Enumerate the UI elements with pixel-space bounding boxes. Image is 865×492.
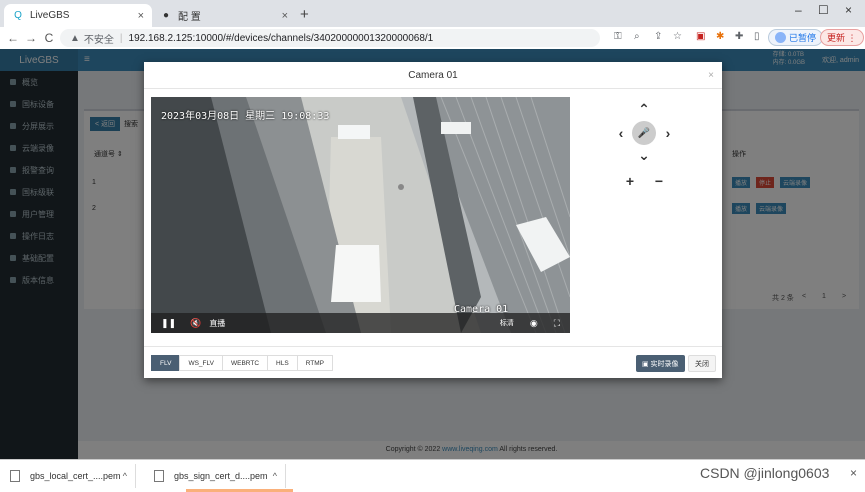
tab-title: 配 置 <box>178 12 201 23</box>
mute-icon[interactable]: 🔇 <box>190 318 201 329</box>
snapshot-icon[interactable]: ◉ <box>530 318 538 329</box>
format-hls-button[interactable]: HLS <box>267 355 298 371</box>
sync-label: 已暂停 <box>789 33 817 43</box>
window-close-icon[interactable]: × <box>845 3 852 17</box>
star-icon[interactable]: ☆ <box>673 31 682 42</box>
extension-icon[interactable]: ✱ <box>716 31 724 42</box>
ptz-up-icon[interactable]: ⌃ <box>637 102 651 116</box>
extension-pdf-icon[interactable]: ▣ <box>696 31 705 42</box>
microphone-icon: 🎤 <box>637 127 651 139</box>
pause-icon[interactable]: ❚❚ <box>161 318 176 329</box>
reload-icon[interactable]: C <box>40 31 58 45</box>
forward-arrow-icon[interactable]: → <box>22 31 40 45</box>
downloads-close-icon[interactable]: × <box>850 466 857 480</box>
tab-config[interactable]: ● 配 置 × <box>152 4 296 27</box>
tab-title: LiveGBS <box>30 10 70 21</box>
update-label: 更新 ⋮ <box>827 33 857 43</box>
key-icon[interactable]: ⚿ <box>614 31 622 42</box>
download-item[interactable]: gbs_sign_cert_d....pem ^ <box>144 464 286 488</box>
restore-icon[interactable]: ☐ <box>818 3 829 17</box>
avatar <box>775 32 786 43</box>
new-tab-button[interactable]: + <box>300 6 309 23</box>
video-controls: ❚❚ 🔇 直播 标清 ◉ ⛶ <box>151 313 570 333</box>
fullscreen-icon[interactable]: ⛶ <box>554 318 560 329</box>
ptz-talk-button[interactable]: 🎤 <box>632 121 656 145</box>
chevron-up-icon[interactable]: ^ <box>273 471 277 481</box>
ptz-right-icon[interactable]: › <box>661 126 675 140</box>
zoom-out-icon[interactable]: − <box>652 174 666 188</box>
tab-close-icon[interactable]: × <box>282 10 288 22</box>
url-text[interactable]: 192.168.2.125:10000/#/devices/channels/3… <box>129 33 434 44</box>
file-icon <box>154 470 164 482</box>
modal-header: Camera 01 × <box>144 62 722 89</box>
sidebar-icon[interactable]: ▯ <box>754 31 760 42</box>
ptz-left-icon[interactable]: ‹ <box>614 126 628 140</box>
zoom-in-icon[interactable]: + <box>623 174 637 188</box>
share-icon[interactable]: ⇪ <box>654 31 662 42</box>
download-filename: gbs_local_cert_....pem <box>30 471 121 481</box>
back-arrow-icon[interactable]: ← <box>4 31 22 45</box>
tab-strip: Q LiveGBS × ● 配 置 × + – ☐ × <box>0 0 865 27</box>
close-button[interactable]: 关闭 <box>688 355 716 372</box>
zoom-icon[interactable]: ⌕ <box>634 31 640 42</box>
tab-livegbs[interactable]: Q LiveGBS × <box>4 4 152 27</box>
address-bar[interactable]: ▲ 不安全 | 192.168.2.125:10000/#/devices/ch… <box>60 29 600 47</box>
stream-format-group: FLV WS_FLV WEBRTC HLS RTMP <box>151 355 334 371</box>
chevron-up-icon[interactable]: ^ <box>123 471 127 481</box>
download-item[interactable]: gbs_local_cert_....pem ^ <box>0 464 136 488</box>
watermark: CSDN @jinlong0603 <box>700 465 830 481</box>
video-timestamp: 2023年03月08日 星期三 19:08:33 <box>161 111 330 122</box>
live-label: 直播 <box>209 318 226 328</box>
security-label: 不安全 <box>83 34 114 46</box>
video-frame <box>151 97 570 333</box>
quality-selector[interactable]: 标清 <box>500 318 514 328</box>
download-filename: gbs_sign_cert_d....pem <box>174 471 268 481</box>
modal-title: Camera 01 <box>408 70 458 81</box>
profile-sync-button[interactable]: 已暂停 <box>768 29 824 46</box>
livegbs-favicon-icon: Q <box>14 10 22 21</box>
format-ws-flv-button[interactable]: WS_FLV <box>179 355 223 371</box>
close-icon[interactable]: × <box>708 62 714 89</box>
file-icon <box>10 470 20 482</box>
minimize-icon[interactable]: – <box>795 3 802 17</box>
format-webrtc-button[interactable]: WEBRTC <box>221 355 269 371</box>
modal-footer: FLV WS_FLV WEBRTC HLS RTMP ▣ 实时录像 关闭 <box>144 346 722 378</box>
config-favicon-icon: ● <box>162 10 170 21</box>
update-button[interactable]: 更新 ⋮ <box>820 29 864 46</box>
ptz-down-icon[interactable]: ⌄ <box>637 148 651 162</box>
warning-icon[interactable]: ▲ <box>70 33 80 44</box>
format-rtmp-button[interactable]: RTMP <box>296 355 334 371</box>
realtime-record-button[interactable]: ▣ 实时录像 <box>636 355 685 372</box>
format-flv-button[interactable]: FLV <box>151 355 181 371</box>
ptz-controls: ⌃ ‹ 🎤 › ⌄ + − <box>604 102 684 188</box>
url-separator: | <box>119 32 123 44</box>
video-player[interactable]: 2023年03月08日 星期三 19:08:33 Camera 01 ❚❚ 🔇 … <box>151 97 570 333</box>
tab-close-icon[interactable]: × <box>138 10 144 22</box>
camera-modal: Camera 01 × 2023年03月08日 星期三 19:08:33 Cam… <box>144 62 722 378</box>
puzzle-icon[interactable]: ✚ <box>735 31 743 42</box>
